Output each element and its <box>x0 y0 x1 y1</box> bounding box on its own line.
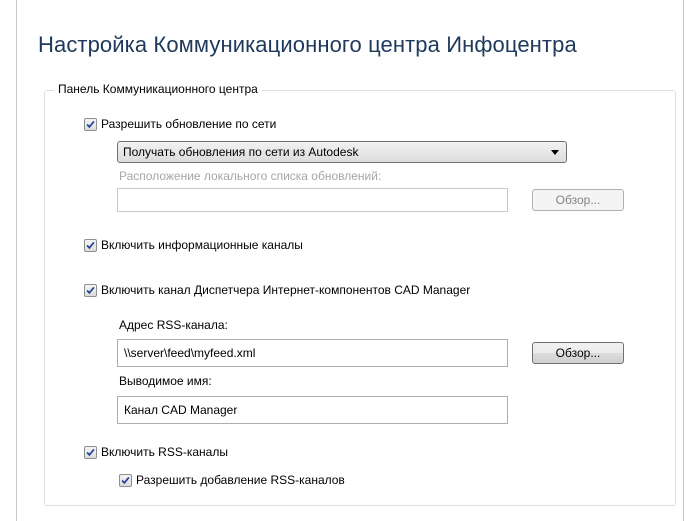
dropdown-arrow-icon <box>551 150 559 155</box>
enable-cad-manager-checkbox[interactable] <box>84 283 97 297</box>
allow-add-rss-row[interactable]: Разрешить добавление RSS-каналов <box>119 473 345 487</box>
enable-info-channels-label: Включить информационные каналы <box>101 238 303 252</box>
check-mark-icon <box>86 448 95 456</box>
enable-rss-label: Включить RSS-каналы <box>101 445 228 459</box>
allow-add-rss-checkbox[interactable] <box>119 473 132 487</box>
check-mark-icon <box>86 120 95 128</box>
local-list-browse-button[interactable]: Обзор... <box>532 189 624 211</box>
local-list-input[interactable] <box>117 188 508 212</box>
enable-network-updates-checkbox[interactable] <box>84 117 97 131</box>
enable-network-updates-row[interactable]: Разрешить обновление по сети <box>84 117 276 131</box>
update-source-value: Получать обновления по сети из Autodesk <box>123 145 359 159</box>
rss-address-label: Адрес RSS-канала: <box>119 318 228 332</box>
rss-address-browse-button[interactable]: Обзор... <box>532 342 624 364</box>
rss-address-input[interactable]: \\server\feed\myfeed.xml <box>117 339 508 367</box>
group-label: Панель Коммуникационного центра <box>54 82 262 96</box>
local-list-label: Расположение локального списка обновлени… <box>119 169 382 183</box>
enable-info-channels-row[interactable]: Включить информационные каналы <box>84 238 303 252</box>
allow-add-rss-label: Разрешить добавление RSS-каналов <box>136 473 345 487</box>
enable-cad-manager-row[interactable]: Включить канал Диспетчера Интернет-компо… <box>84 283 470 297</box>
check-mark-icon <box>86 241 95 249</box>
enable-rss-row[interactable]: Включить RSS-каналы <box>84 445 228 459</box>
enable-network-updates-label: Разрешить обновление по сети <box>101 117 277 131</box>
enable-info-channels-checkbox[interactable] <box>84 238 97 252</box>
enable-rss-checkbox[interactable] <box>84 445 97 459</box>
update-source-select[interactable]: Получать обновления по сети из Autodesk <box>117 141 567 163</box>
page-title: Настройка Коммуникационного центра Инфоц… <box>38 32 577 57</box>
display-name-input[interactable]: Канал CAD Manager <box>117 396 508 424</box>
check-mark-icon <box>121 476 130 484</box>
check-mark-icon <box>86 286 95 294</box>
enable-cad-manager-label: Включить канал Диспетчера Интернет-компо… <box>101 283 471 297</box>
display-name-label: Выводимое имя: <box>119 374 212 388</box>
